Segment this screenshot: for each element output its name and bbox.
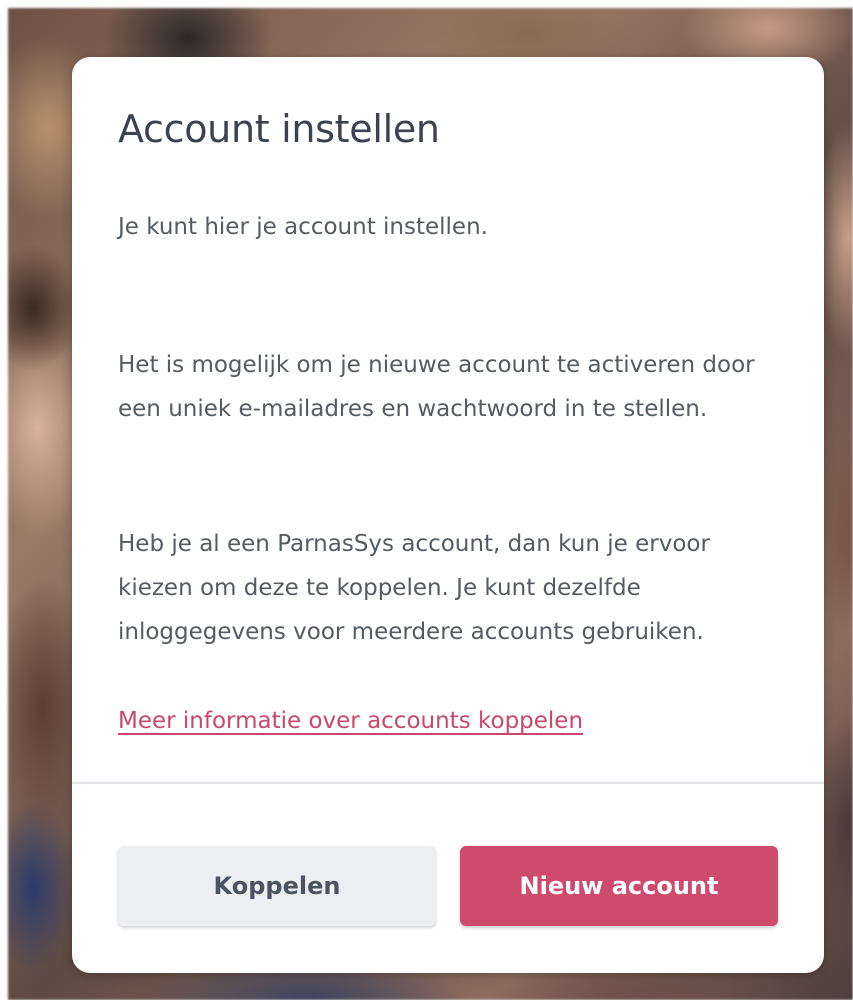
dialog-title: Account instellen: [118, 107, 440, 151]
link-account-button[interactable]: Koppelen: [118, 846, 436, 926]
new-account-info-text: Het is mogelijk om je nieuwe account te …: [118, 352, 755, 422]
intro-text: Je kunt hier je account instellen.: [118, 214, 488, 240]
link-account-info-text: Heb je al een ParnasSys account, dan kun…: [118, 531, 710, 645]
new-account-button[interactable]: Nieuw account: [460, 846, 778, 926]
more-info-link[interactable]: Meer informatie over accounts koppelen: [118, 699, 583, 743]
footer-divider: [72, 782, 824, 784]
account-setup-dialog: Account instellen Je kunt hier je accoun…: [72, 57, 824, 973]
